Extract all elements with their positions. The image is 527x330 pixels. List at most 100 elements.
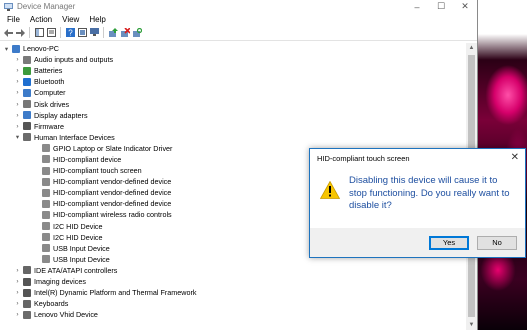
window-title: Device Manager xyxy=(17,2,76,11)
uninstall-device-icon[interactable] xyxy=(120,28,130,38)
computer-icon xyxy=(23,88,31,97)
scroll-up-arrow-icon[interactable]: ▲ xyxy=(466,43,477,53)
close-button[interactable]: ✕ xyxy=(453,0,477,13)
tree-item-label: Computer xyxy=(34,88,66,98)
hid-device-icon xyxy=(42,188,50,197)
tree-category[interactable]: ▾ Human Interface Devices xyxy=(0,132,465,143)
help-icon[interactable]: ? xyxy=(65,28,75,38)
tree-category[interactable]: › Batteries xyxy=(0,65,465,76)
expand-arrow-icon[interactable]: › xyxy=(14,78,21,85)
disk-icon xyxy=(23,100,31,109)
update-driver-icon[interactable] xyxy=(108,28,118,38)
maximize-button[interactable]: ☐ xyxy=(429,0,453,13)
hid-device-icon xyxy=(42,222,50,231)
confirm-disable-dialog: HID-compliant touch screen ✕ Disabling t… xyxy=(309,148,526,258)
minimize-button[interactable]: – xyxy=(405,0,429,13)
expand-arrow-icon[interactable]: › xyxy=(14,267,21,274)
expand-arrow-icon[interactable]: › xyxy=(14,289,21,296)
tree-item-label: Lenovo-PC xyxy=(23,44,59,54)
battery-icon xyxy=(23,66,31,75)
yes-button[interactable]: Yes xyxy=(429,235,469,250)
toolbar-divider xyxy=(29,27,30,38)
tree-item-label: Intel(R) Dynamic Platform and Thermal Fr… xyxy=(34,288,197,298)
device-icon xyxy=(23,310,31,319)
tree-category[interactable]: › Disk drives xyxy=(0,98,465,109)
menu-action[interactable]: Action xyxy=(25,15,57,24)
tree-item-label: USB Input Device xyxy=(53,243,110,253)
expand-arrow-icon[interactable]: › xyxy=(14,56,21,63)
monitor-icon[interactable] xyxy=(89,28,99,38)
tree-item-label: I2C HID Device xyxy=(53,221,103,231)
tree-item-label: HID-compliant touch screen xyxy=(53,166,142,176)
hid-device-icon xyxy=(42,210,50,219)
chip-icon xyxy=(23,122,31,131)
back-icon[interactable] xyxy=(3,28,13,38)
tree-category[interactable]: › Imaging devices xyxy=(0,276,465,287)
toolbar-divider xyxy=(103,27,104,38)
menu-help[interactable]: Help xyxy=(84,15,110,24)
tree-category[interactable]: › Computer xyxy=(0,87,465,98)
tree-item-label: GPIO Laptop or Slate Indicator Driver xyxy=(53,143,173,153)
hid-device-icon xyxy=(42,233,50,242)
forward-icon[interactable] xyxy=(15,28,25,38)
collapse-arrow-icon[interactable]: ▾ xyxy=(14,133,21,141)
tree-item-label: Keyboards xyxy=(34,299,69,309)
scan-hardware-icon[interactable] xyxy=(132,28,142,38)
chip-icon xyxy=(23,288,31,297)
tree-item-label: USB Input Device xyxy=(53,254,110,264)
expand-arrow-icon[interactable]: › xyxy=(14,300,21,307)
computer-icon xyxy=(12,44,20,53)
tree-item-label: Bluetooth xyxy=(34,77,65,87)
device-manager-icon xyxy=(4,2,13,11)
expand-arrow-icon[interactable]: › xyxy=(14,311,21,318)
hid-device-icon xyxy=(42,199,50,208)
no-button[interactable]: No xyxy=(477,235,517,250)
expand-arrow-icon[interactable]: › xyxy=(14,112,21,119)
tree-category[interactable]: › Keyboards xyxy=(0,298,465,309)
expand-arrow-icon[interactable]: › xyxy=(14,89,21,96)
expand-arrow-icon[interactable]: › xyxy=(14,123,21,130)
expand-arrow-icon[interactable]: › xyxy=(14,101,21,108)
expand-arrow-icon[interactable]: › xyxy=(14,278,21,285)
tree-item-label: Audio inputs and outputs xyxy=(34,55,114,65)
dialog-close-icon[interactable]: ✕ xyxy=(511,152,519,163)
camera-icon xyxy=(23,277,31,286)
tree-item-label: IDE ATA/ATAPI controllers xyxy=(34,265,118,275)
tree-root[interactable]: ▾ Lenovo-PC xyxy=(0,43,465,54)
hid-device-icon xyxy=(42,244,50,253)
tree-category[interactable]: › Lenovo Vhid Device xyxy=(0,309,465,320)
tree-category[interactable]: › Bluetooth xyxy=(0,76,465,87)
menu-view[interactable]: View xyxy=(57,15,84,24)
speaker-icon xyxy=(23,55,31,64)
collapse-arrow-icon[interactable]: ▾ xyxy=(3,45,10,53)
tree-item-label: Imaging devices xyxy=(34,277,86,287)
ide-icon xyxy=(23,266,31,275)
tree-category[interactable]: › Intel(R) Dynamic Platform and Thermal F… xyxy=(0,287,465,298)
svg-text:?: ? xyxy=(68,29,73,38)
tree-category[interactable]: › IDE ATA/ATAPI controllers xyxy=(0,265,465,276)
tree-item-label: HID-compliant device xyxy=(53,154,122,164)
toolbar-divider xyxy=(60,27,61,38)
properties-sheet-icon[interactable] xyxy=(46,28,56,38)
menu-bar: File Action View Help xyxy=(0,13,477,25)
scroll-down-arrow-icon[interactable]: ▼ xyxy=(466,320,477,330)
tree-category[interactable]: › Firmware xyxy=(0,121,465,132)
menu-file[interactable]: File xyxy=(2,15,25,24)
keyboard-icon xyxy=(23,299,31,308)
view-list-icon[interactable] xyxy=(77,28,87,38)
tree-item-label: I2C HID Device xyxy=(53,232,103,242)
tree-item-label: HID-compliant vendor-defined device xyxy=(53,177,172,187)
dialog-message: Disabling this device will cause it to s… xyxy=(349,175,510,211)
tree-category[interactable]: › Display adapters xyxy=(0,110,465,121)
tree-item-label: HID-compliant vendor-defined device xyxy=(53,199,172,209)
dialog-footer: Yes No xyxy=(310,228,525,257)
expand-arrow-icon[interactable]: › xyxy=(14,67,21,74)
tree-item-label: Batteries xyxy=(34,66,63,76)
hid-device-icon xyxy=(42,255,50,264)
tree-item-label: Display adapters xyxy=(34,110,88,120)
dialog-title-bar: HID-compliant touch screen ✕ xyxy=(310,149,525,167)
tree-category[interactable]: › Audio inputs and outputs xyxy=(0,54,465,65)
hid-device-icon xyxy=(42,155,50,164)
console-tree-icon[interactable] xyxy=(34,28,44,38)
toolbar: ? xyxy=(0,25,477,41)
